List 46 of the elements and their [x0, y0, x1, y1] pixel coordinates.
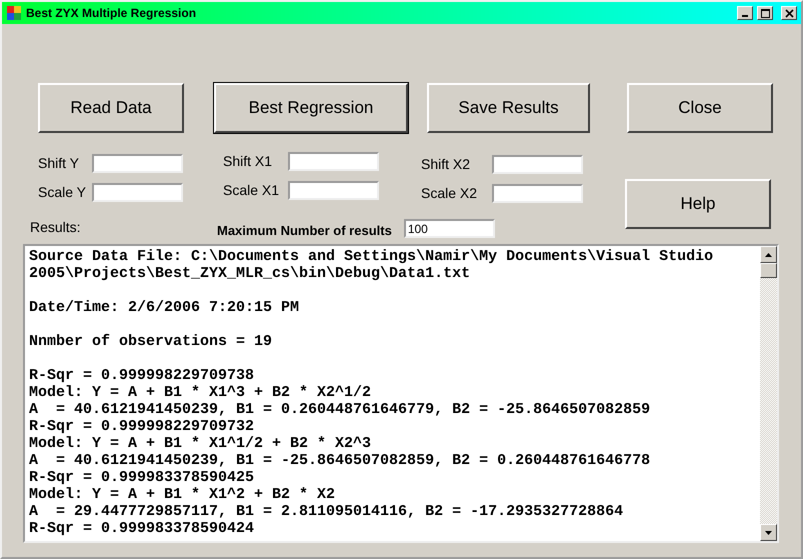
help-button[interactable]: Help: [625, 179, 771, 229]
minimize-button[interactable]: [737, 6, 753, 20]
maximize-button[interactable]: [757, 6, 773, 20]
close-icon: [784, 8, 794, 18]
field-label: Shift Y: [38, 154, 80, 173]
action-button[interactable]: Save Results: [427, 83, 590, 133]
action-button[interactable]: Best Regression: [214, 83, 408, 133]
scroll-down-button[interactable]: [760, 524, 777, 541]
field-label: Shift X1: [223, 152, 274, 171]
max-results-label: Maximum Number of results: [217, 222, 392, 240]
output-line: A = 40.6121941450239, B1 = -25.8646507082859, B2 = 0.260448761646778: [29, 452, 652, 469]
input-field[interactable]: [288, 152, 379, 171]
input-field[interactable]: [492, 155, 583, 174]
input-field[interactable]: [288, 181, 379, 200]
output-line: Date/Time: 2/6/2006 7:20:15 PM: [29, 299, 300, 316]
output-line: R-Sqr = 0.999998229709738: [29, 367, 256, 384]
input-field[interactable]: [492, 184, 583, 203]
output-line: Source Data File: C:\Documents and Settings\Namir\My Documents\Visual Studio: [29, 248, 714, 265]
output-line: R-Sqr = 0.999983378590425: [29, 469, 256, 486]
action-button[interactable]: Close: [627, 83, 773, 133]
field-label: Shift X2: [421, 155, 472, 174]
action-button[interactable]: Read Data: [38, 83, 184, 133]
output-line: Model: Y = A + B1 * X1^1/2 + B2 * X2^3: [29, 435, 372, 452]
maximize-icon: [760, 8, 770, 18]
output-line: Model: Y = A + B1 * X1^3 + B2 * X2^1/2: [29, 384, 372, 401]
scrollbar-thumb[interactable]: [760, 263, 777, 278]
scroll-up-button[interactable]: [760, 246, 777, 263]
output-line: R-Sqr = 0.999983378590424: [29, 520, 256, 537]
output-line: 2005\Projects\Best_ZYX_MLR_cs\bin\Debug\Data1.txt: [29, 265, 472, 282]
max-results-field[interactable]: 100: [404, 219, 495, 238]
field-label: Scale Y: [38, 183, 87, 202]
close-button[interactable]: [781, 6, 797, 20]
input-field[interactable]: [92, 154, 183, 173]
up-arrow-icon: [765, 252, 772, 256]
output-line: Model: Y = A + B1 * X1^2 + B2 * X2: [29, 486, 336, 503]
output-line: A = 29.4477729857117, B1 = 2.811095014116, B2 = -17.2935327728864: [29, 503, 624, 520]
app-icon: [6, 5, 22, 21]
output-line: R-Sqr = 0.999998229709732: [29, 418, 256, 435]
window-title: Best ZYX Multiple Regression: [26, 5, 198, 22]
field-label: Scale X2: [421, 184, 478, 203]
input-field[interactable]: [92, 183, 183, 202]
field-label: Scale X1: [223, 181, 280, 200]
down-arrow-icon: [765, 530, 772, 534]
output-line: Nnmber of observations = 19: [29, 333, 274, 350]
output-line: A = 40.6121941450239, B1 = 0.260448761646779, B2 = -25.8646507082859: [29, 401, 652, 418]
results-label: Results:: [30, 218, 82, 237]
